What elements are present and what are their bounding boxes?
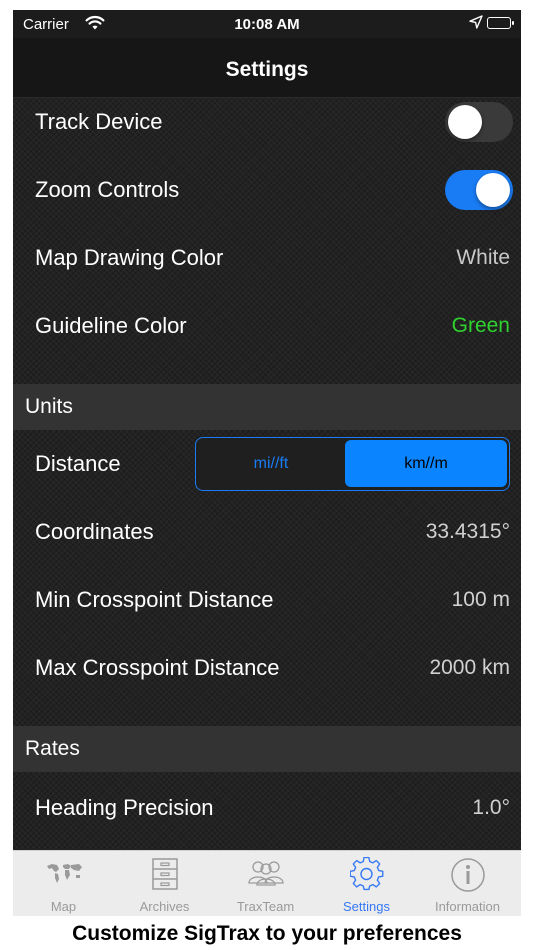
tab-label: Archives	[139, 899, 190, 914]
distance-label: Distance	[35, 451, 121, 476]
tab-traxteam[interactable]: TraxTeam	[215, 851, 316, 916]
row-guideline-color[interactable]: Guideline Color Green	[13, 292, 521, 360]
battery-icon	[487, 17, 514, 29]
status-bar: Carrier 10:08 AM	[13, 10, 521, 38]
map-drawing-color-value: White	[456, 246, 510, 269]
tab-label: Map	[50, 899, 77, 914]
min-crosspoint-label: Min Crosspoint Distance	[35, 587, 274, 612]
distance-segmented-control[interactable]: mi//ft km//m	[195, 437, 510, 491]
track-device-toggle[interactable]	[445, 102, 513, 142]
toggle-knob	[448, 105, 482, 139]
rates-header-label: Rates	[25, 737, 80, 760]
tab-archives[interactable]: Archives	[114, 851, 215, 916]
phone-screen: Carrier 10:08 AM Settings Track Device Z…	[13, 10, 521, 916]
heading-precision-value: 1.0°	[472, 796, 510, 819]
tab-label: Information	[434, 899, 501, 914]
zoom-controls-label: Zoom Controls	[35, 177, 180, 202]
row-heading-precision[interactable]: Heading Precision 1.0°	[13, 774, 521, 842]
tab-settings[interactable]: Settings	[316, 851, 417, 916]
status-time: 10:08 AM	[234, 16, 300, 33]
row-track-device: Track Device	[13, 98, 521, 156]
distance-option-mi-ft[interactable]: mi//ft	[196, 438, 346, 490]
settings-list[interactable]: Track Device Zoom Controls Map Drawing C…	[13, 98, 521, 850]
world-map-icon	[44, 857, 84, 892]
heading-precision-label: Heading Precision	[35, 795, 214, 820]
row-coordinates[interactable]: Coordinates 33.4315°	[13, 498, 521, 566]
people-group-icon	[246, 857, 286, 892]
track-device-label: Track Device	[35, 109, 163, 134]
map-drawing-color-label: Map Drawing Color	[35, 245, 224, 270]
section-header-units: Units	[13, 384, 521, 430]
tab-information[interactable]: Information	[417, 851, 518, 916]
min-crosspoint-value: 100 m	[451, 588, 510, 611]
tab-label: Settings	[343, 899, 390, 914]
guideline-color-value: Green	[451, 314, 510, 337]
gear-icon	[349, 856, 384, 896]
max-crosspoint-value: 2000 km	[429, 656, 510, 679]
row-map-drawing-color[interactable]: Map Drawing Color White	[13, 224, 521, 292]
info-icon	[450, 857, 486, 898]
row-distance: Distance mi//ft km//m	[13, 430, 521, 498]
row-zoom-controls: Zoom Controls	[13, 156, 521, 224]
distance-option-km-m[interactable]: km//m	[345, 440, 507, 487]
location-arrow-icon	[469, 15, 483, 33]
row-max-crosspoint-distance[interactable]: Max Crosspoint Distance 2000 km	[13, 634, 521, 702]
promo-caption: Customize SigTrax to your preferences	[72, 922, 462, 945]
units-header-label: Units	[25, 395, 73, 418]
row-min-crosspoint-distance[interactable]: Min Crosspoint Distance 100 m	[13, 566, 521, 634]
tab-bar: Map Archives TraxTeam Settings Informati…	[13, 850, 521, 916]
zoom-controls-toggle[interactable]	[445, 170, 513, 210]
guideline-color-label: Guideline Color	[35, 313, 187, 338]
file-cabinet-icon	[150, 857, 180, 896]
tab-map[interactable]: Map	[13, 851, 114, 916]
max-crosspoint-label: Max Crosspoint Distance	[35, 655, 280, 680]
coordinates-value: 33.4315°	[425, 520, 510, 543]
navigation-bar: Settings	[13, 38, 521, 98]
tab-label: TraxTeam	[236, 899, 295, 914]
page-title: Settings	[225, 58, 309, 81]
toggle-knob	[476, 173, 510, 207]
coordinates-label: Coordinates	[35, 519, 154, 544]
section-header-rates: Rates	[13, 726, 521, 772]
